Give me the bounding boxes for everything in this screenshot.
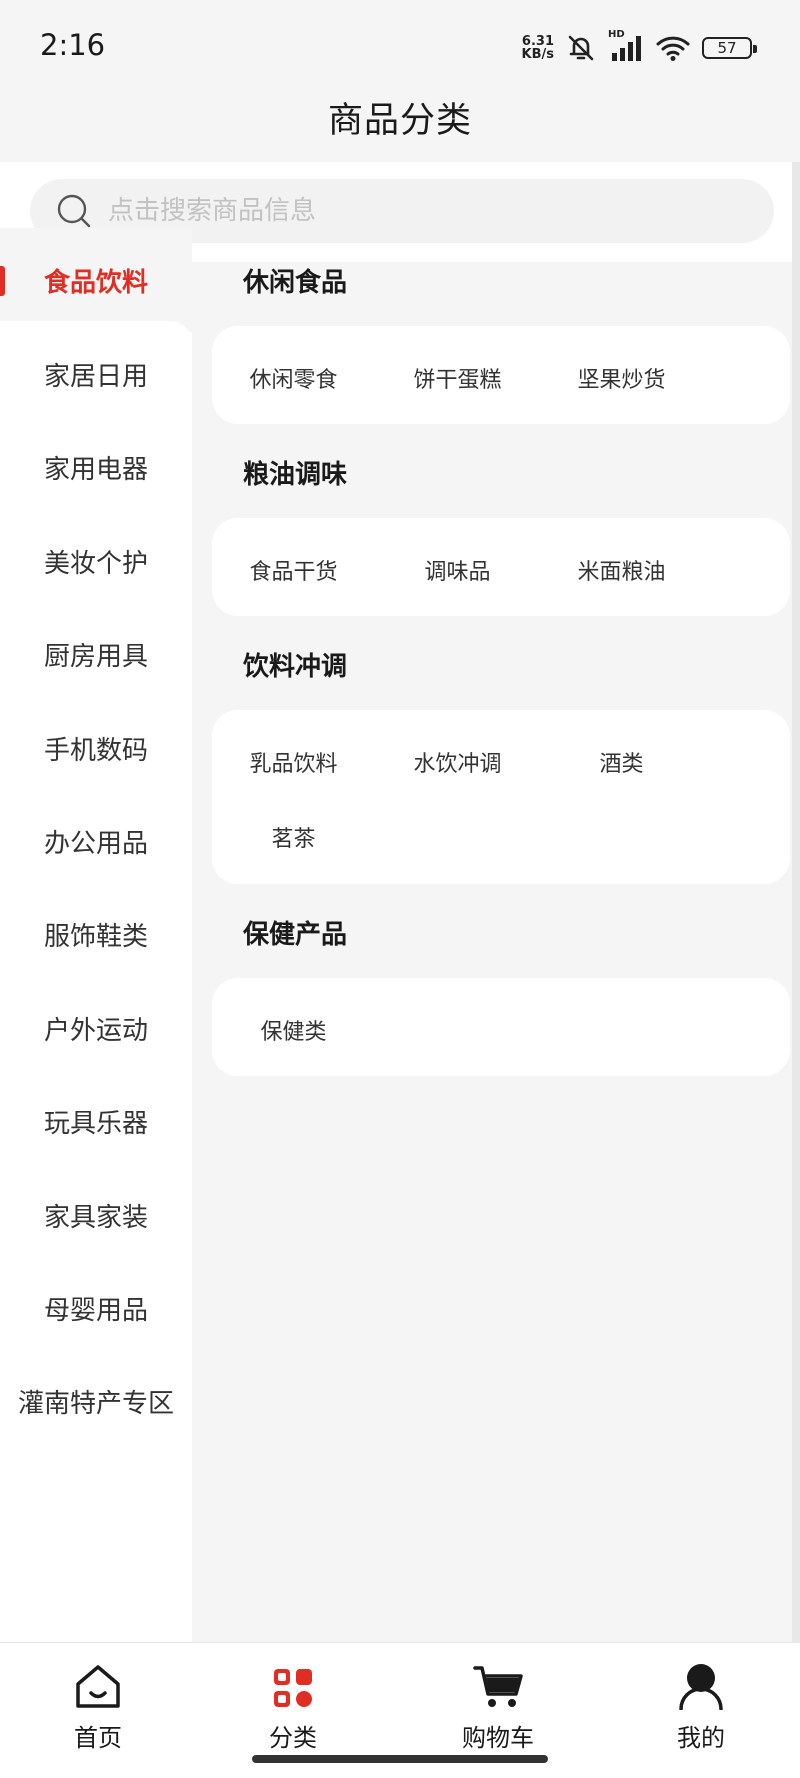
tab-cart-label: 购物车 <box>462 1724 534 1752</box>
sidebar-item[interactable]: 家用电器 <box>0 414 192 521</box>
subcategory-item[interactable]: 调味品 <box>365 554 550 586</box>
tab-mine-label: 我的 <box>677 1724 725 1752</box>
subcategory-item[interactable]: 食品干货 <box>201 554 386 586</box>
sidebar-item[interactable]: 灌南特产专区 <box>0 1348 192 1455</box>
sidebar-item[interactable]: 户外运动 <box>0 975 192 1082</box>
search-icon <box>57 194 91 228</box>
wifi-icon <box>656 36 690 61</box>
sidebar-item[interactable]: 家居日用 <box>0 321 192 428</box>
tab-cart[interactable]: 购物车 <box>418 1643 578 1753</box>
home-icon <box>76 1665 120 1708</box>
subcategory-item[interactable]: 坚果炒货 <box>529 362 714 394</box>
cell-signal-icon <box>612 36 641 61</box>
status-icons: 6.31 KB/s HD 57 <box>522 29 757 66</box>
network-speed-unit: KB/s <box>521 47 554 62</box>
sidebar-item[interactable]: 玩具乐器 <box>0 1068 192 1175</box>
subcategory-card: 保健类 <box>212 978 790 1076</box>
cell-signal: HD <box>608 29 644 63</box>
bell-muted-icon <box>568 35 594 61</box>
sidebar-item[interactable]: 办公用品 <box>0 788 192 895</box>
category-icon <box>274 1669 312 1707</box>
subcategory-item[interactable]: 乳品饮料 <box>201 746 386 778</box>
sidebar-item[interactable]: 手机数码 <box>0 695 192 801</box>
subcategory-card: 食品干货 调味品 米面粮油 <box>212 518 790 616</box>
sidebar-item[interactable]: 服饰鞋类 <box>0 881 192 988</box>
cart-icon <box>473 1666 523 1707</box>
sidebar-item[interactable]: 家具家装 <box>0 1162 192 1268</box>
section-title: 饮料冲调 <box>243 652 348 682</box>
status-time: 2:16 <box>40 28 106 62</box>
category-sidebar: 食品饮料 家居日用 家用电器 美妆个护 厨房用具 手机数码 办公用品 服饰鞋类 户外运动 玩具乐器… <box>0 228 192 1642</box>
sidebar-item[interactable]: 厨房用具 <box>0 601 192 708</box>
tab-category[interactable]: 分类 <box>213 1643 373 1753</box>
subcategory-item[interactable]: 水饮冲调 <box>365 746 550 778</box>
section-title: 保健产品 <box>243 920 348 950</box>
page-title: 商品分类 <box>327 101 472 141</box>
subcategory-item[interactable]: 保健类 <box>201 1014 386 1046</box>
subcategory-item[interactable]: 茗茶 <box>201 821 386 853</box>
subcategory-item[interactable]: 酒类 <box>529 746 714 778</box>
bottom-tab-bar: 首页 分类 购物车 我的 <box>0 1642 800 1778</box>
battery-indicator: 57 <box>702 37 757 59</box>
tab-home[interactable]: 首页 <box>18 1643 178 1753</box>
subcategory-card: 乳品饮料 水饮冲调 酒类 茗茶 <box>212 710 790 884</box>
user-icon <box>679 1664 723 1710</box>
tab-mine[interactable]: 我的 <box>621 1643 781 1753</box>
sidebar-item[interactable]: 食品饮料 <box>0 228 192 332</box>
status-bar: 2:16 6.31 KB/s HD 57 <box>0 0 800 86</box>
scrollbar[interactable] <box>792 162 800 1642</box>
sidebar-item[interactable]: 美妆个护 <box>0 508 192 615</box>
home-indicator[interactable] <box>252 1755 548 1763</box>
network-speed: 6.31 KB/s <box>522 35 554 61</box>
subcategory-item[interactable]: 饼干蛋糕 <box>365 362 550 394</box>
subcategory-card: 休闲零食 饼干蛋糕 坚果炒货 <box>212 326 790 424</box>
search-input[interactable] <box>108 196 708 226</box>
tab-home-label: 首页 <box>74 1724 122 1752</box>
subcategory-item[interactable]: 米面粮油 <box>529 554 714 586</box>
subcategory-item[interactable]: 休闲零食 <box>201 362 386 394</box>
sidebar-item[interactable]: 母婴用品 <box>0 1255 192 1362</box>
section-title: 休闲食品 <box>243 268 348 298</box>
section-title: 粮油调味 <box>243 460 348 490</box>
tab-category-label: 分类 <box>269 1724 317 1752</box>
